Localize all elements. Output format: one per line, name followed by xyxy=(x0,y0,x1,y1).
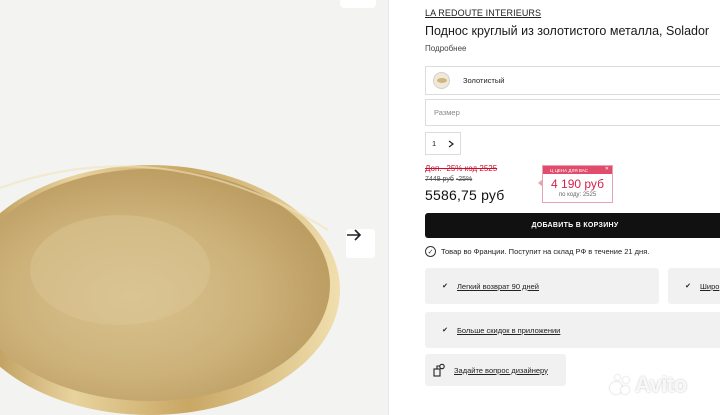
next-image-button[interactable] xyxy=(346,229,375,258)
shipping-note-text: Товар во Франции. Поступит на склад РФ в… xyxy=(441,247,650,256)
product-panel: LA REDOUTE INTERIEURS Поднос круглый из … xyxy=(425,0,720,415)
avito-watermark-text: Avito xyxy=(635,372,687,397)
shipping-note: ✓ Товар во Франции. Поступит на склад РФ… xyxy=(425,246,649,257)
close-icon[interactable]: ✕ xyxy=(605,166,609,172)
size-select[interactable]: Размер xyxy=(425,99,720,126)
old-price: 7449 руб -25% xyxy=(425,176,472,183)
personal-price-card: Ц цена для вас ✕ 4 190 руб по коду: 2525 xyxy=(538,165,613,203)
gallery-top-button[interactable] xyxy=(340,0,376,8)
avito-logo-icon xyxy=(610,374,632,396)
benefit-app-discounts[interactable]: ✔ Больше скидок в приложении xyxy=(425,312,720,348)
check-circle-icon: ✓ xyxy=(425,246,436,257)
color-select-value: Золотистый xyxy=(463,76,505,85)
benefit-label[interactable]: Легкий возврат 90 дней xyxy=(457,282,539,291)
personal-price-header: Ц цена для вас ✕ xyxy=(543,166,612,174)
benefit-label[interactable]: Больше скидок в приложении xyxy=(457,326,560,335)
check-icon: ✔ xyxy=(685,283,691,290)
quantity-stepper[interactable]: 1 xyxy=(425,132,461,155)
chevron-right-icon[interactable] xyxy=(448,140,455,148)
promo-code-line: Доп. -25% код 2525 xyxy=(425,164,498,173)
product-title: Поднос круглый из золотистого металла, S… xyxy=(425,24,710,38)
check-icon: ✔ xyxy=(442,283,448,290)
benefit-wide[interactable]: ✔ Широ xyxy=(668,268,720,304)
ask-designer[interactable]: Задайте вопрос дизайнеру xyxy=(425,354,566,386)
current-price: 5586,75 руб xyxy=(425,187,505,203)
color-select[interactable]: Золотистый xyxy=(425,66,720,95)
brand-link[interactable]: LA REDOUTE INTERIEURS xyxy=(425,8,541,18)
add-to-cart-button[interactable]: ДОБАВИТЬ В КОРЗИНУ xyxy=(425,213,720,238)
check-icon: ✔ xyxy=(442,327,448,334)
benefit-easy-return[interactable]: ✔ Легкий возврат 90 дней xyxy=(425,268,659,304)
avito-watermark: Avito xyxy=(610,372,687,398)
quantity-value: 1 xyxy=(431,139,437,148)
details-link[interactable]: Подробнее xyxy=(425,44,467,53)
designer-icon xyxy=(432,363,446,377)
benefit-label[interactable]: Широ xyxy=(700,282,719,291)
arrow-right-icon xyxy=(347,229,362,241)
old-price-value: 7449 руб xyxy=(425,176,454,183)
panel-divider xyxy=(388,0,389,415)
benefit-label[interactable]: Задайте вопрос дизайнеру xyxy=(454,366,548,375)
personal-price-code: по коду: 2525 xyxy=(558,192,597,198)
size-select-placeholder: Размер xyxy=(434,108,460,117)
old-price-discount: -25% xyxy=(455,176,473,183)
gold-tray-image xyxy=(0,165,340,415)
product-image[interactable] xyxy=(0,0,388,415)
personal-price-value: 4 190 руб xyxy=(551,177,604,191)
color-swatch xyxy=(433,72,450,89)
personal-price-header-text: Ц цена для вас xyxy=(550,167,588,173)
